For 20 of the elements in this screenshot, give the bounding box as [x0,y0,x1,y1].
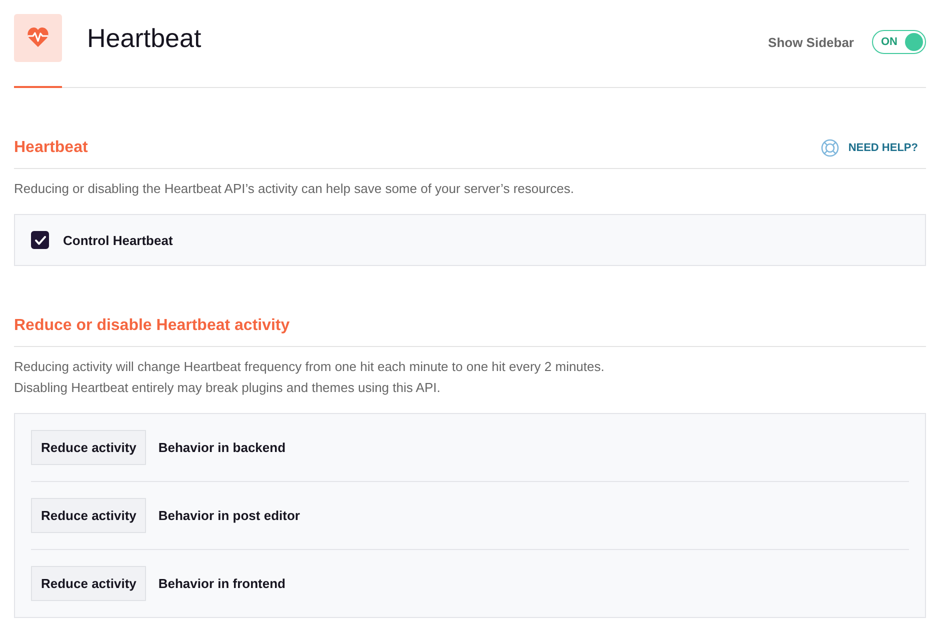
checkbox[interactable] [31,231,49,249]
activity-select-button[interactable]: Reduce activity [31,430,146,465]
lifebuoy-icon [821,138,840,156]
toggle-knob [905,33,923,51]
section-heading: Heartbeat [14,138,88,156]
option-label: Behavior in backend [158,440,286,455]
activity-select-button[interactable]: Reduce activity [31,498,146,533]
need-help-link[interactable]: NEED HELP? [821,138,918,156]
section-description: Disabling Heartbeat entirely may break plugins and themes using this API. [14,379,442,397]
page-title: Heartbeat [87,22,202,55]
heartbeat-icon [14,14,62,62]
toggle-label: Show Sidebar [768,34,854,50]
option-label: Behavior in post editor [158,508,300,523]
option-label: Control Heartbeat [63,232,173,248]
section-heading: Reduce or disable Heartbeat activity [14,316,290,334]
option-label: Behavior in frontend [158,576,286,591]
section-description: Reducing or disabling the Heartbeat API’s activity can help save some of your server’s resources. [14,180,576,198]
section-description: Reducing activity will change Heartbeat frequency from one hit each minute to one hit every 2 minutes. [14,358,606,376]
checkmark-icon [34,236,46,244]
activity-select-button[interactable]: Reduce activity [31,566,146,601]
